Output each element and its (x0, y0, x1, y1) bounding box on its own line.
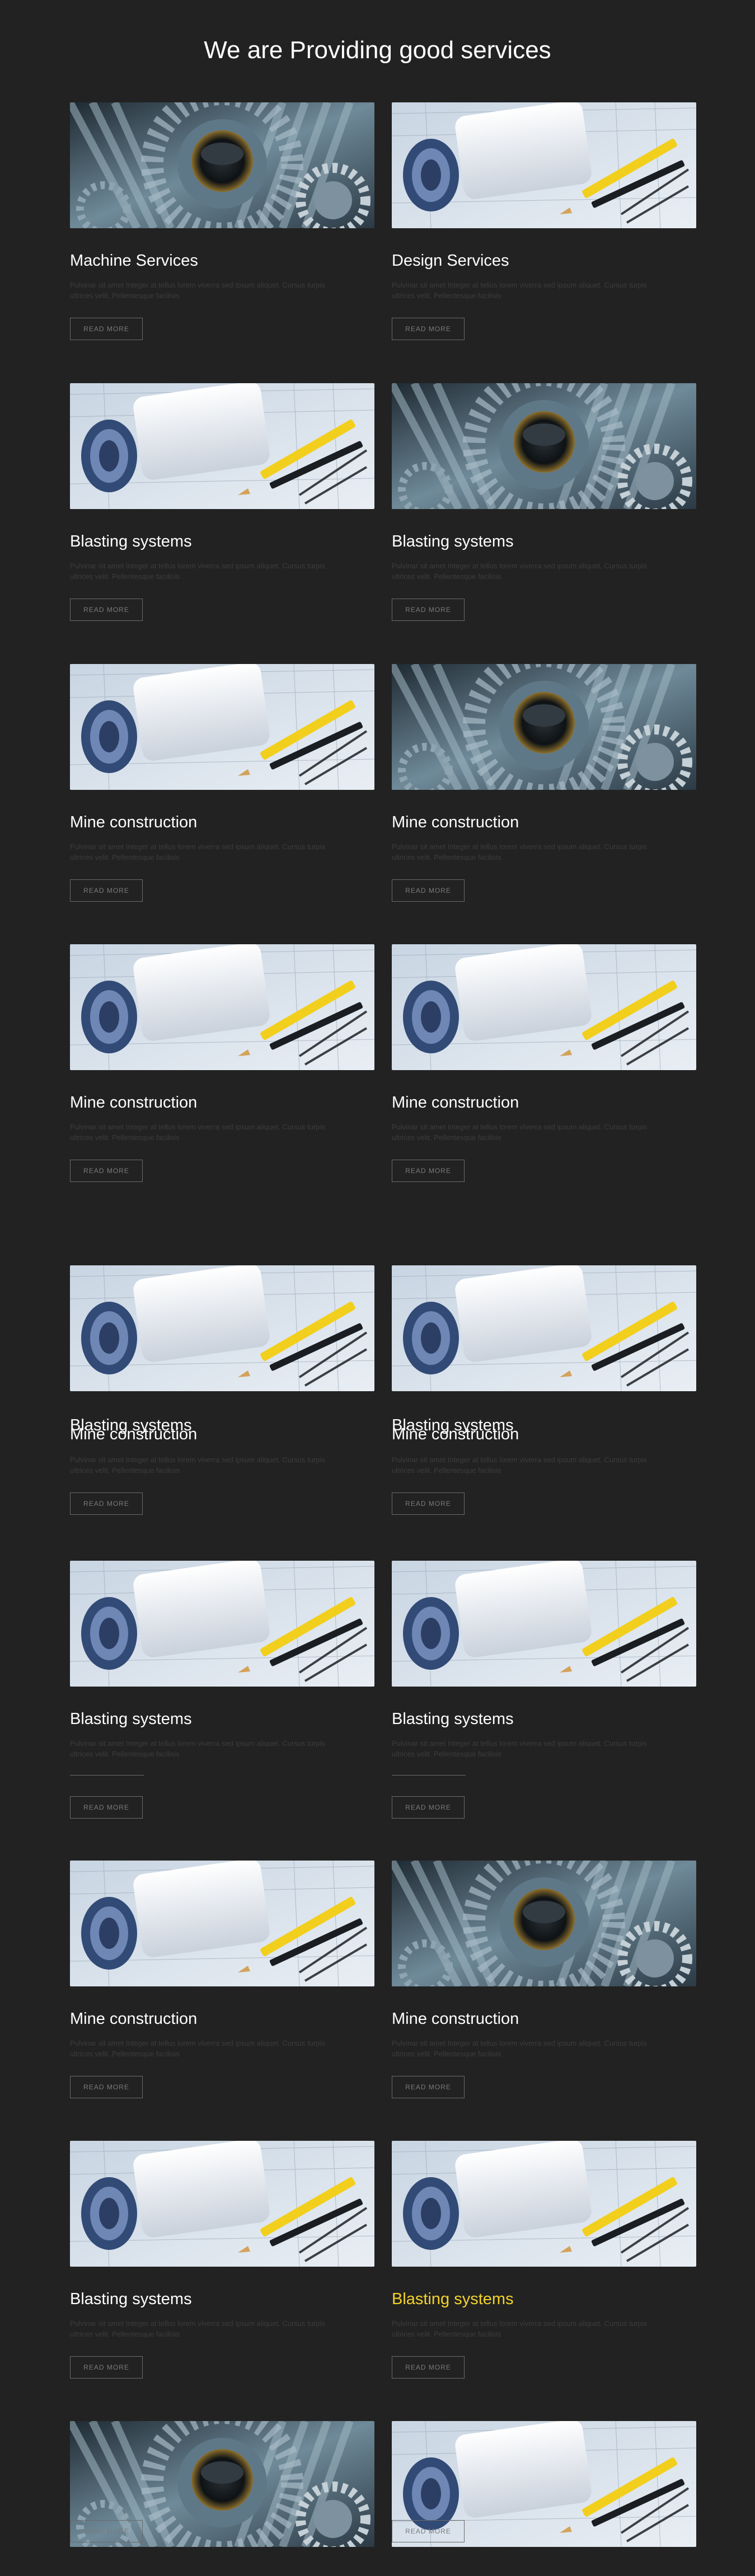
service-description: Pulvinar sit amet Integer at tellus lore… (392, 1456, 647, 1475)
service-card: Blasting systems Pulvinar sit amet Intege… (392, 2141, 696, 2379)
service-description: Pulvinar sit amet Integer at tellus lore… (70, 1456, 325, 1475)
service-image[interactable] (70, 1561, 374, 1687)
read-more-button[interactable]: READ MORE (392, 1160, 465, 1182)
service-card: Mine construction Pulvinar sit amet Integ… (70, 664, 374, 902)
service-card: Mine construction Pulvinar sit amet Integ… (392, 1861, 696, 2098)
service-card: Mine construction Pulvinar sit amet Integ… (70, 944, 374, 1182)
service-description: Pulvinar sit amet Integer at tellus lore… (392, 1739, 647, 1758)
service-title[interactable]: Design Services (392, 251, 509, 271)
service-image[interactable] (392, 944, 696, 1070)
service-description: Pulvinar sit amet Integer at tellus lore… (70, 2039, 325, 2058)
service-description: Pulvinar sit amet Integer at tellus lore… (392, 2319, 647, 2338)
service-card: Blasting systems Pulvinar sit amet Intege… (392, 1561, 696, 1819)
service-image[interactable] (392, 1265, 696, 1391)
read-more-button[interactable]: READ MORE (70, 1160, 143, 1182)
service-description: Pulvinar sit amet Integer at tellus lore… (392, 2039, 647, 2058)
service-image[interactable] (392, 2141, 696, 2267)
service-title-overlay[interactable]: Mine construction (392, 1424, 519, 1444)
service-title[interactable]: Mine construction (392, 2009, 519, 2029)
read-more-button[interactable]: READ MORE (70, 1492, 143, 1515)
read-more-button[interactable]: READ MORE (70, 599, 143, 621)
service-description: Pulvinar sit amet Integer at tellus lore… (70, 2319, 325, 2338)
read-more-button[interactable]: READ MORE (70, 2356, 143, 2379)
service-card: Blasting systems Pulvinar sit amet Intege… (70, 383, 374, 621)
service-description: Pulvinar sit amet Integer at tellus lore… (70, 1739, 325, 1758)
service-title[interactable]: Machine Services (70, 251, 198, 271)
read-more-button[interactable]: READ MORE (392, 1796, 465, 1819)
service-description: Pulvinar sit amet Integer at tellus lore… (70, 562, 325, 581)
service-title[interactable]: Blasting systems (392, 531, 514, 552)
read-more-button[interactable]: READ MORE (392, 599, 465, 621)
service-title[interactable]: Mine construction (70, 1092, 197, 1113)
read-more-button[interactable]: READ MORE (70, 1796, 143, 1819)
service-card: Blasting systems Pulvinar sit amet Intege… (70, 2141, 374, 2379)
service-card: Blasting systems Mine construction Pulvina… (70, 1265, 374, 1515)
read-more-button[interactable]: READ MORE (70, 2520, 143, 2542)
service-title[interactable]: Mine construction (70, 2009, 197, 2029)
service-card: READ MORE (70, 2421, 374, 2547)
read-more-button[interactable]: READ MORE (392, 2076, 465, 2098)
service-image[interactable] (70, 1265, 374, 1391)
service-card: READ MORE (392, 2421, 696, 2547)
service-card: Mine construction Pulvinar sit amet Integ… (392, 664, 696, 902)
service-title[interactable]: Mine construction (70, 812, 197, 832)
read-more-button[interactable]: READ MORE (392, 318, 465, 340)
service-description: Pulvinar sit amet Integer at tellus lore… (70, 1123, 325, 1142)
service-description: Pulvinar sit amet Integer at tellus lore… (70, 842, 325, 861)
service-image[interactable] (392, 664, 696, 790)
service-title[interactable]: Blasting systems (392, 1709, 514, 1729)
service-image[interactable] (392, 1861, 696, 1986)
service-image[interactable] (392, 1561, 696, 1687)
service-image[interactable] (70, 664, 374, 790)
service-image[interactable] (70, 944, 374, 1070)
read-more-button[interactable]: READ MORE (70, 318, 143, 340)
service-title[interactable]: Mine construction (392, 812, 519, 832)
service-card: Mine construction Pulvinar sit amet Integ… (70, 1861, 374, 2098)
service-image[interactable] (392, 383, 696, 509)
read-more-button[interactable]: READ MORE (392, 1492, 465, 1515)
read-more-button[interactable]: READ MORE (70, 2076, 143, 2098)
service-title[interactable]: Mine construction (392, 1092, 519, 1113)
service-title[interactable]: Blasting systems (70, 1709, 192, 1729)
service-image[interactable] (70, 102, 374, 228)
service-description: Pulvinar sit amet Integer at tellus lore… (392, 1123, 647, 1142)
service-title-overlay[interactable]: Mine construction (70, 1424, 197, 1444)
service-description: Pulvinar sit amet Integer at tellus lore… (392, 562, 647, 581)
service-title[interactable]: Blasting systems (392, 2289, 514, 2309)
service-image[interactable] (70, 383, 374, 509)
read-more-button[interactable]: READ MORE (70, 879, 143, 902)
service-description: Pulvinar sit amet Integer at tellus lore… (70, 281, 325, 300)
service-card: Blasting systems Pulvinar sit amet Intege… (392, 383, 696, 621)
service-card: Mine construction Pulvinar sit amet Integ… (392, 944, 696, 1182)
service-card: Machine Services Pulvinar sit amet Intege… (70, 102, 374, 340)
page-title: We are Providing good services (204, 36, 551, 64)
service-title[interactable]: Blasting systems (70, 2289, 192, 2309)
read-more-button[interactable]: READ MORE (392, 2356, 465, 2379)
divider (392, 1775, 466, 1776)
service-card: Blasting systems Mine construction Pulvina… (392, 1265, 696, 1515)
read-more-button[interactable]: READ MORE (392, 879, 465, 902)
service-description: Pulvinar sit amet Integer at tellus lore… (392, 842, 647, 861)
divider (70, 1775, 144, 1776)
service-card: Design Services Pulvinar sit amet Integer… (392, 102, 696, 340)
service-title[interactable]: Blasting systems (70, 531, 192, 552)
service-image[interactable] (392, 102, 696, 228)
service-image[interactable] (70, 2141, 374, 2267)
service-card: Blasting systems Pulvinar sit amet Intege… (70, 1561, 374, 1819)
service-description: Pulvinar sit amet Integer at tellus lore… (392, 281, 647, 300)
service-image[interactable] (70, 1861, 374, 1986)
read-more-button[interactable]: READ MORE (392, 2520, 465, 2542)
